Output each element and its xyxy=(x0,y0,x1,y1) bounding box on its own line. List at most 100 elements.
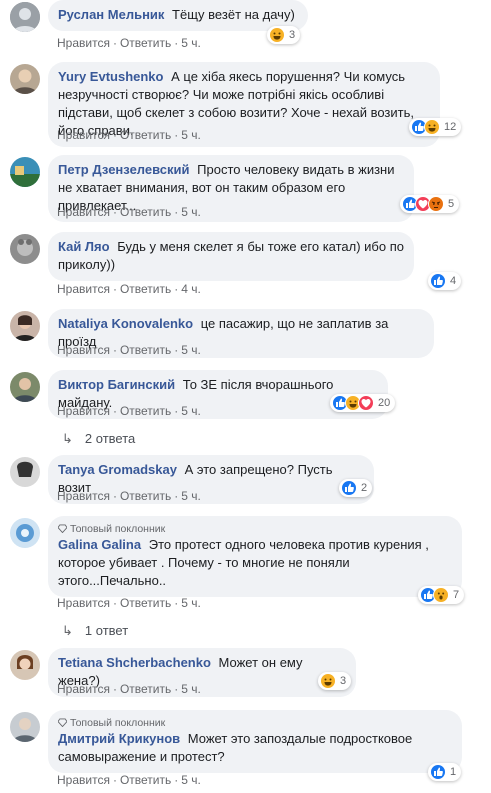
diamond-icon xyxy=(58,718,67,727)
haha-reaction-icon xyxy=(424,119,440,135)
author-name[interactable]: Руслан Мельник xyxy=(58,7,164,22)
reaction-count: 1 xyxy=(450,766,457,778)
separator: · xyxy=(174,36,179,50)
reaction-summary[interactable]: 5 xyxy=(400,195,460,213)
top-fan-label: Топовый поклонник xyxy=(70,717,166,729)
separator: · xyxy=(174,343,179,357)
comment-actions: Нравится · Ответить · 5 ч. xyxy=(57,404,201,418)
like-link[interactable]: Нравится xyxy=(57,404,110,418)
avatar[interactable] xyxy=(10,712,40,742)
reply-link[interactable]: Ответить xyxy=(120,404,171,418)
replies-count: 2 ответа xyxy=(84,431,136,446)
reaction-count: 4 xyxy=(450,275,457,287)
reaction-summary[interactable]: 2 xyxy=(339,479,373,497)
comment-actions: Нравится · Ответить · 5 ч. xyxy=(57,205,201,219)
reaction-summary[interactable]: 7 xyxy=(418,586,465,604)
diamond-icon xyxy=(58,524,67,533)
timestamp[interactable]: 5 ч. xyxy=(181,128,201,142)
comment-actions: Нравится · Ответить · 5 ч. xyxy=(57,596,201,610)
reply-link[interactable]: Ответить xyxy=(120,282,171,296)
separator: · xyxy=(112,404,117,418)
reaction-summary[interactable]: 12 xyxy=(409,118,462,136)
avatar[interactable] xyxy=(10,311,40,341)
timestamp[interactable]: 5 ч. xyxy=(181,682,201,696)
reply-link[interactable]: Ответить xyxy=(120,343,171,357)
like-link[interactable]: Нравится xyxy=(57,773,110,787)
separator: · xyxy=(174,489,179,503)
author-name[interactable]: Galina Galina xyxy=(58,537,141,552)
reply-link[interactable]: Ответить xyxy=(120,205,171,219)
comment-actions: Нравится · Ответить · 5 ч. xyxy=(57,128,201,142)
reply-arrow-icon: ↳ xyxy=(62,431,73,446)
reaction-summary[interactable]: 20 xyxy=(330,394,396,412)
haha-reaction-icon xyxy=(320,673,336,689)
separator: · xyxy=(174,596,179,610)
reply-link[interactable]: Ответить xyxy=(120,489,171,503)
timestamp[interactable]: 5 ч. xyxy=(181,36,201,50)
timestamp[interactable]: 5 ч. xyxy=(181,773,201,787)
reaction-summary[interactable]: 1 xyxy=(428,763,462,781)
like-reaction-icon xyxy=(430,273,446,289)
comment-actions: Нравится · Ответить · 5 ч. xyxy=(57,682,201,696)
avatar[interactable] xyxy=(10,64,40,94)
author-name[interactable]: Nataliya Konovalenko xyxy=(58,316,193,331)
avatar[interactable] xyxy=(10,2,40,32)
reaction-summary[interactable]: 3 xyxy=(318,672,352,690)
avatar[interactable] xyxy=(10,518,40,548)
separator: · xyxy=(112,282,117,296)
reply-link[interactable]: Ответить xyxy=(120,596,171,610)
author-name[interactable]: Tanya Gromadskay xyxy=(58,462,177,477)
separator: · xyxy=(174,282,179,296)
reaction-summary[interactable]: 3 xyxy=(267,26,301,44)
like-link[interactable]: Нравится xyxy=(57,36,110,50)
timestamp[interactable]: 5 ч. xyxy=(181,489,201,503)
like-link[interactable]: Нравится xyxy=(57,682,110,696)
haha-reaction-icon xyxy=(269,27,285,43)
author-name[interactable]: Кай Ляо xyxy=(58,239,110,254)
comment-actions: Нравится · Ответить · 5 ч. xyxy=(57,773,201,787)
top-fan-badge: Топовый поклонник xyxy=(58,522,452,536)
comment-bubble: Топовый поклонник Galina Galina Это прот… xyxy=(48,516,462,597)
author-name[interactable]: Петр Дзензелевский xyxy=(58,162,190,177)
avatar[interactable] xyxy=(10,157,40,187)
reaction-count: 20 xyxy=(378,397,391,409)
timestamp[interactable]: 5 ч. xyxy=(181,343,201,357)
reply-link[interactable]: Ответить xyxy=(120,128,171,142)
like-link[interactable]: Нравится xyxy=(57,489,110,503)
angry-reaction-icon xyxy=(428,196,444,212)
author-name[interactable]: Дмитрий Крикунов xyxy=(58,731,180,746)
reaction-count: 3 xyxy=(289,29,296,41)
comment-bubble: Кай Ляо Будь у меня скелет я бы тоже его… xyxy=(48,232,414,281)
timestamp[interactable]: 5 ч. xyxy=(181,404,201,418)
like-link[interactable]: Нравится xyxy=(57,282,110,296)
comment-bubble: Топовый поклонник Дмитрий Крикунов Может… xyxy=(48,710,462,773)
comment-actions: Нравится · Ответить · 5 ч. xyxy=(57,489,201,503)
separator: · xyxy=(112,205,117,219)
author-name[interactable]: Yury Evtushenko xyxy=(58,69,163,84)
avatar[interactable] xyxy=(10,457,40,487)
like-link[interactable]: Нравится xyxy=(57,128,110,142)
like-link[interactable]: Нравится xyxy=(57,205,110,219)
author-name[interactable]: Виктор Багинский xyxy=(58,377,175,392)
reply-link[interactable]: Ответить xyxy=(120,773,171,787)
avatar[interactable] xyxy=(10,650,40,680)
timestamp[interactable]: 5 ч. xyxy=(181,205,201,219)
reaction-count: 3 xyxy=(340,675,347,687)
view-replies-link[interactable]: ↳ 1 ответ xyxy=(62,623,128,639)
timestamp[interactable]: 5 ч. xyxy=(181,596,201,610)
like-link[interactable]: Нравится xyxy=(57,596,110,610)
separator: · xyxy=(174,682,179,696)
like-link[interactable]: Нравится xyxy=(57,343,110,357)
reaction-count: 2 xyxy=(361,482,368,494)
avatar[interactable] xyxy=(10,372,40,402)
separator: · xyxy=(112,489,117,503)
author-name[interactable]: Tetiana Shcherbachenko xyxy=(58,655,211,670)
timestamp[interactable]: 4 ч. xyxy=(181,282,201,296)
avatar[interactable] xyxy=(10,234,40,264)
reply-link[interactable]: Ответить xyxy=(120,36,171,50)
reaction-count: 7 xyxy=(453,589,460,601)
reply-link[interactable]: Ответить xyxy=(120,682,171,696)
separator: · xyxy=(174,773,179,787)
view-replies-link[interactable]: ↳ 2 ответа xyxy=(62,431,135,447)
reaction-summary[interactable]: 4 xyxy=(428,272,462,290)
